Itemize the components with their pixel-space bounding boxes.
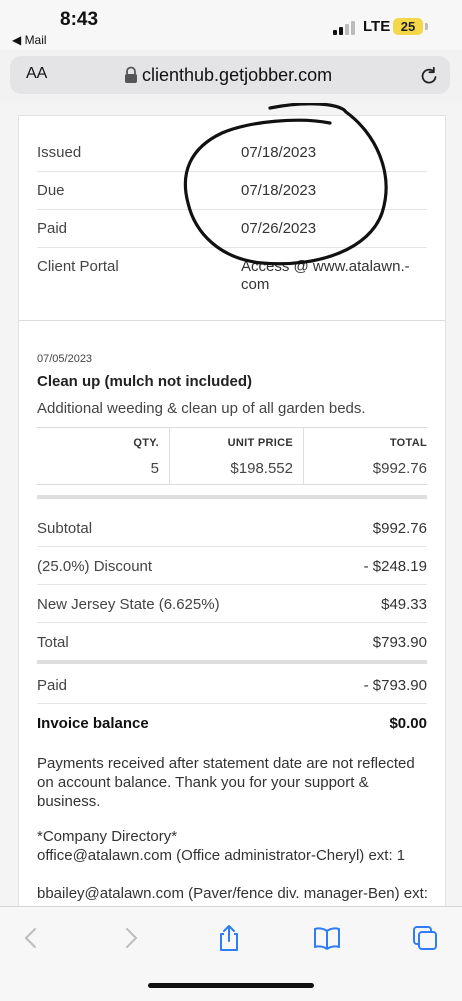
battery-icon: 25 — [393, 18, 423, 35]
qty-column: QTY. 5 — [37, 428, 170, 484]
directory-line-office: office@atalawn.com (Office administrator… — [37, 847, 406, 864]
payment-note: Payments received after statement date a… — [37, 755, 415, 810]
total-value: $992.76 — [372, 460, 427, 477]
due-value: 07/18/2023 — [241, 182, 317, 199]
total-column: TOTAL $992.76 — [304, 428, 427, 484]
tax-value: $49.33 — [381, 596, 427, 613]
total-divider — [37, 660, 427, 664]
directory-title: *Company Directory* — [37, 828, 178, 845]
bookmarks-icon[interactable] — [312, 923, 342, 953]
reload-icon[interactable] — [418, 65, 440, 87]
paid-amount: - $793.90 — [363, 677, 427, 694]
client-portal-link-line1[interactable]: Access @ www.atalawn.- — [241, 258, 410, 275]
unit-price-header: UNIT PRICE — [227, 437, 293, 449]
paid-date-value: 07/26/2023 — [241, 220, 317, 237]
back-to-mail-link[interactable]: ◀ Mail — [12, 33, 47, 47]
paid-row: Paid - $793.90 — [37, 666, 427, 704]
section-divider — [19, 320, 445, 321]
tax-row: New Jersey State (6.625%) $49.33 — [37, 585, 427, 623]
invoice-card: Issued 07/18/2023 Due 07/18/2023 Paid 07… — [18, 115, 446, 906]
total-header: TOTAL — [389, 437, 427, 449]
issued-row: Issued 07/18/2023 — [37, 134, 427, 172]
status-bar: 8:43 ◀ Mail LTE 25 — [0, 0, 462, 50]
qty-header: QTY. — [133, 437, 159, 449]
url-text[interactable]: clienthub.getjobber.com — [142, 65, 332, 86]
back-arrow-icon[interactable] — [16, 923, 46, 953]
discount-label: (25.0%) Discount — [37, 558, 153, 575]
summary-divider — [37, 495, 427, 499]
total-label: Total — [37, 634, 69, 651]
forward-arrow-icon[interactable] — [116, 923, 146, 953]
share-icon[interactable] — [214, 923, 244, 953]
home-indicator — [148, 983, 314, 988]
client-portal-label: Client Portal — [37, 258, 119, 275]
subtotal-row: Subtotal $992.76 — [37, 509, 427, 547]
discount-row: (25.0%) Discount - $248.19 — [37, 547, 427, 585]
unit-price-column: UNIT PRICE $198.552 — [170, 428, 304, 484]
line-item-date: 07/05/2023 — [37, 353, 93, 365]
balance-label: Invoice balance — [37, 715, 149, 732]
line-item-description: Additional weeding & clean up of all gar… — [37, 400, 366, 417]
balance-row: Invoice balance $0.00 — [37, 704, 427, 741]
signal-icon — [333, 21, 357, 35]
discount-value: - $248.19 — [363, 558, 427, 575]
subtotal-value: $992.76 — [372, 520, 427, 537]
lock-icon — [125, 66, 137, 83]
total-row: Total $793.90 — [37, 623, 427, 660]
due-row: Due 07/18/2023 — [37, 172, 427, 210]
client-portal-link[interactable]: Access @ www.atalawn.- com — [241, 258, 410, 294]
client-portal-link-line2[interactable]: com — [241, 276, 269, 293]
address-bar[interactable]: AA clienthub.getjobber.com — [10, 56, 450, 94]
qty-value: 5 — [150, 460, 159, 477]
due-label: Due — [37, 182, 65, 199]
directory-line-manager: bbailey@atalawn.com (Paver/fence div. ma… — [37, 885, 428, 906]
total-amount: $793.90 — [372, 634, 427, 651]
web-page: Issued 07/18/2023 Due 07/18/2023 Paid 07… — [0, 103, 462, 906]
paid-date-row: Paid 07/26/2023 — [37, 210, 427, 248]
subtotal-label: Subtotal — [37, 520, 93, 537]
balance-value: $0.00 — [389, 715, 427, 732]
issued-value: 07/18/2023 — [241, 144, 317, 161]
unit-price-value: $198.552 — [230, 460, 293, 477]
tax-label: New Jersey State (6.625%) — [37, 596, 220, 613]
line-item-title: Clean up (mulch not included) — [37, 373, 252, 390]
tabs-icon[interactable] — [410, 923, 440, 953]
issued-label: Issued — [37, 144, 82, 161]
line-item-table: QTY. 5 UNIT PRICE $198.552 TOTAL $992.76 — [37, 427, 427, 485]
paid-date-label: Paid — [37, 220, 68, 237]
battery-tip — [425, 23, 428, 30]
reader-options-button[interactable]: AA — [26, 65, 47, 83]
client-portal-row: Client Portal Access @ www.atalawn.- com — [37, 248, 427, 308]
clock: 8:43 — [60, 9, 99, 30]
paid-label: Paid — [37, 677, 68, 694]
network-type: LTE — [363, 18, 391, 35]
